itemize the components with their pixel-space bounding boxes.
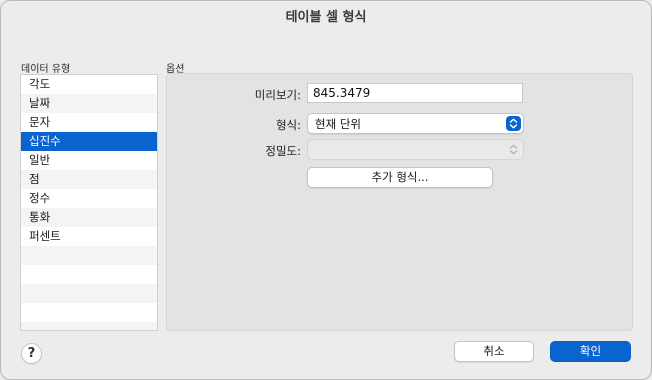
list-item-empty [21, 284, 157, 303]
data-type-list: 각도 날짜 문자 십진수 일반 점 정수 통화 퍼센트 [20, 74, 158, 331]
format-dialog: 테이블 셀 형식 데이터 유형 각도 날짜 문자 십진수 일반 점 정수 통화 … [0, 0, 652, 380]
options-panel [166, 73, 633, 331]
preview-field[interactable]: 845.3479 [307, 83, 523, 103]
precision-popup[interactable] [307, 139, 524, 160]
list-item-empty [21, 322, 157, 330]
list-item-date[interactable]: 날짜 [21, 94, 157, 113]
list-item-empty [21, 246, 157, 265]
list-item-text[interactable]: 문자 [21, 113, 157, 132]
preview-label: 미리보기: [254, 88, 301, 102]
window-title: 테이블 셀 형식 [285, 9, 367, 25]
data-type-header: 데이터 유형 [21, 64, 71, 75]
popup-chevron-icon [506, 116, 521, 131]
stepper-chevron-icon [506, 142, 521, 157]
format-popup[interactable]: 현재 단위 [307, 113, 524, 134]
format-popup-value: 현재 단위 [315, 117, 361, 131]
list-item-currency[interactable]: 통화 [21, 208, 157, 227]
list-item-point[interactable]: 점 [21, 170, 157, 189]
list-item-percent[interactable]: 퍼센트 [21, 227, 157, 246]
more-formats-button[interactable]: 추가 형식... [307, 167, 493, 188]
list-item-empty [21, 303, 157, 322]
ok-button[interactable]: 확인 [550, 341, 631, 362]
list-item-angle[interactable]: 각도 [21, 75, 157, 94]
list-item-general[interactable]: 일반 [21, 151, 157, 170]
help-icon[interactable]: ? [21, 343, 42, 364]
list-item-decimal[interactable]: 십진수 [21, 132, 157, 151]
cancel-button[interactable]: 취소 [454, 341, 534, 362]
format-label: 형식: [275, 118, 301, 132]
precision-label: 정밀도: [265, 144, 301, 158]
list-item-integer[interactable]: 정수 [21, 189, 157, 208]
list-item-empty [21, 265, 157, 284]
